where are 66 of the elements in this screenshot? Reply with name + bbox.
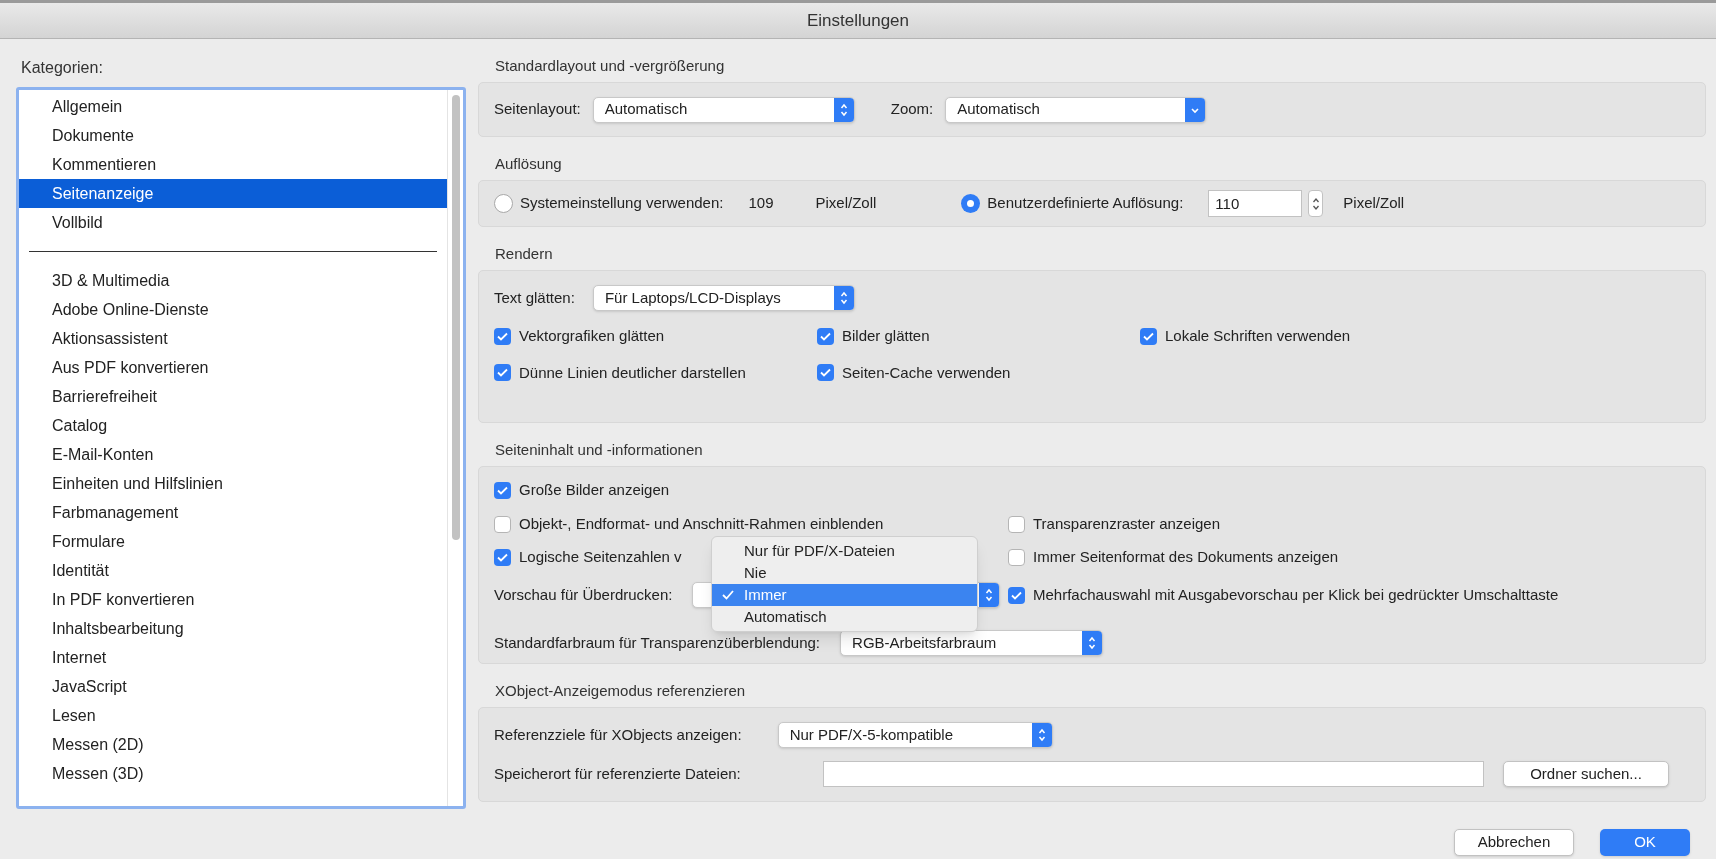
category-item[interactable]: Einheiten und Hilfslinien xyxy=(19,469,447,498)
category-item[interactable]: Kommentieren xyxy=(19,150,447,179)
category-item[interactable]: Lesen xyxy=(19,701,447,730)
category-item[interactable]: Allgemein xyxy=(19,92,447,121)
category-item[interactable]: Formulare xyxy=(19,527,447,556)
category-item[interactable]: Identität xyxy=(19,556,447,585)
section-title: Rendern xyxy=(494,243,554,264)
unit-label: Pixel/Zoll xyxy=(1343,193,1405,214)
browse-button[interactable]: Ordner suchen... xyxy=(1503,761,1669,787)
category-item[interactable]: Farbmanagement xyxy=(19,498,447,527)
category-item[interactable]: Vollbild xyxy=(19,208,447,237)
window-title: Einstellungen xyxy=(806,9,910,32)
checkbox-label: Bilder glätten xyxy=(842,326,930,346)
checkbox-label: Vektorgrafiken glätten xyxy=(519,326,665,346)
checkbox-label: Objekt-, Endformat- und Anschnitt-Rahmen einblenden xyxy=(519,513,884,534)
field-label: Speicherort für referenzierte Dateien: xyxy=(494,763,742,784)
field-label: Text glätten: xyxy=(494,287,575,308)
radio-label: Systemeinstellung verwenden: xyxy=(520,193,724,214)
category-item[interactable]: JavaScript xyxy=(19,672,447,701)
resolution-input[interactable]: 110 xyxy=(1208,190,1303,217)
category-item[interactable]: Messen (2D) xyxy=(19,730,447,759)
category-item[interactable]: Catalog xyxy=(19,411,447,440)
checkbox-label: Logische Seitenzahlen v xyxy=(519,546,682,567)
section-title: Auflösung xyxy=(494,153,563,174)
checkbox-label: Transparenzraster anzeigen xyxy=(1033,513,1221,534)
unit-label: Pixel/Zoll xyxy=(815,193,877,214)
field-label: Zoom: xyxy=(890,99,934,120)
category-item[interactable]: Barrierefreiheit xyxy=(19,382,447,411)
cancel-button[interactable]: Abbrechen xyxy=(1454,829,1574,856)
checkbox-label: Lokale Schriften verwenden xyxy=(1165,326,1351,346)
menu-item[interactable]: Nie xyxy=(712,562,977,584)
category-item[interactable]: Dokumente xyxy=(19,121,447,150)
category-item[interactable]: Messen (3D) xyxy=(19,759,447,788)
dropdown[interactable]: Nur PDF/X-5-kompatible xyxy=(777,722,1053,748)
categories-label: Kategorien: xyxy=(20,58,104,78)
field-label: Seitenlayout: xyxy=(494,99,581,120)
dropdown[interactable]: Automatisch xyxy=(945,96,1207,123)
category-item[interactable]: 3D & Multimedia xyxy=(19,266,447,295)
dropdown[interactable]: Für Laptops/LCD-Displays xyxy=(592,285,855,311)
category-item[interactable]: In PDF konvertieren xyxy=(19,585,447,614)
ok-button[interactable]: OK xyxy=(1600,829,1690,856)
resolution-value: 109 xyxy=(748,193,774,214)
field-label: Referenzziele für XObjects anzeigen: xyxy=(494,724,742,745)
menu-item[interactable]: Automatisch xyxy=(712,606,977,628)
checkbox-label: Große Bilder anzeigen xyxy=(519,479,670,500)
checkbox-label: Dünne Linien deutlicher darstellen xyxy=(519,362,746,383)
category-item[interactable]: Internet xyxy=(19,643,447,672)
checkbox-label: Mehrfachauswahl mit Ausgabevorschau per Klick bei gedrückter Umschalttaste xyxy=(1033,584,1559,605)
menu-item[interactable]: Nur für PDF/X-Dateien xyxy=(712,540,977,562)
menu-item[interactable]: Immer xyxy=(712,584,977,606)
field-label: Vorschau für Überdrucken: xyxy=(494,584,673,605)
section-title: Standardlayout und -vergrößerung xyxy=(494,55,726,76)
category-item[interactable]: Aus PDF konvertieren xyxy=(19,353,447,382)
category-item[interactable]: E-Mail-Konten xyxy=(19,440,447,469)
category-item[interactable]: Aktionsassistent xyxy=(19,324,447,353)
category-item[interactable]: Adobe Online-Dienste xyxy=(19,295,447,324)
dropdown[interactable]: RGB-Arbeitsfarbraum xyxy=(840,630,1104,656)
field-label: Standardfarbraum für Transparenzüberblendung: xyxy=(494,632,821,653)
checkbox-label: Seiten-Cache verwenden xyxy=(842,362,1011,383)
category-item[interactable]: Inhaltsbearbeitung xyxy=(19,614,447,643)
radio-label: Benutzerdefinierte Auflösung: xyxy=(987,193,1184,214)
category-item[interactable]: Seitenanzeige xyxy=(19,179,447,208)
section-title: XObject-Anzeigemodus referenzieren xyxy=(494,680,747,701)
checkbox-label: Immer Seitenformat des Dokuments anzeigen xyxy=(1033,546,1339,567)
dropdown[interactable]: Automatisch xyxy=(592,96,855,123)
section-title: Seiteninhalt und -informationen xyxy=(494,439,704,460)
